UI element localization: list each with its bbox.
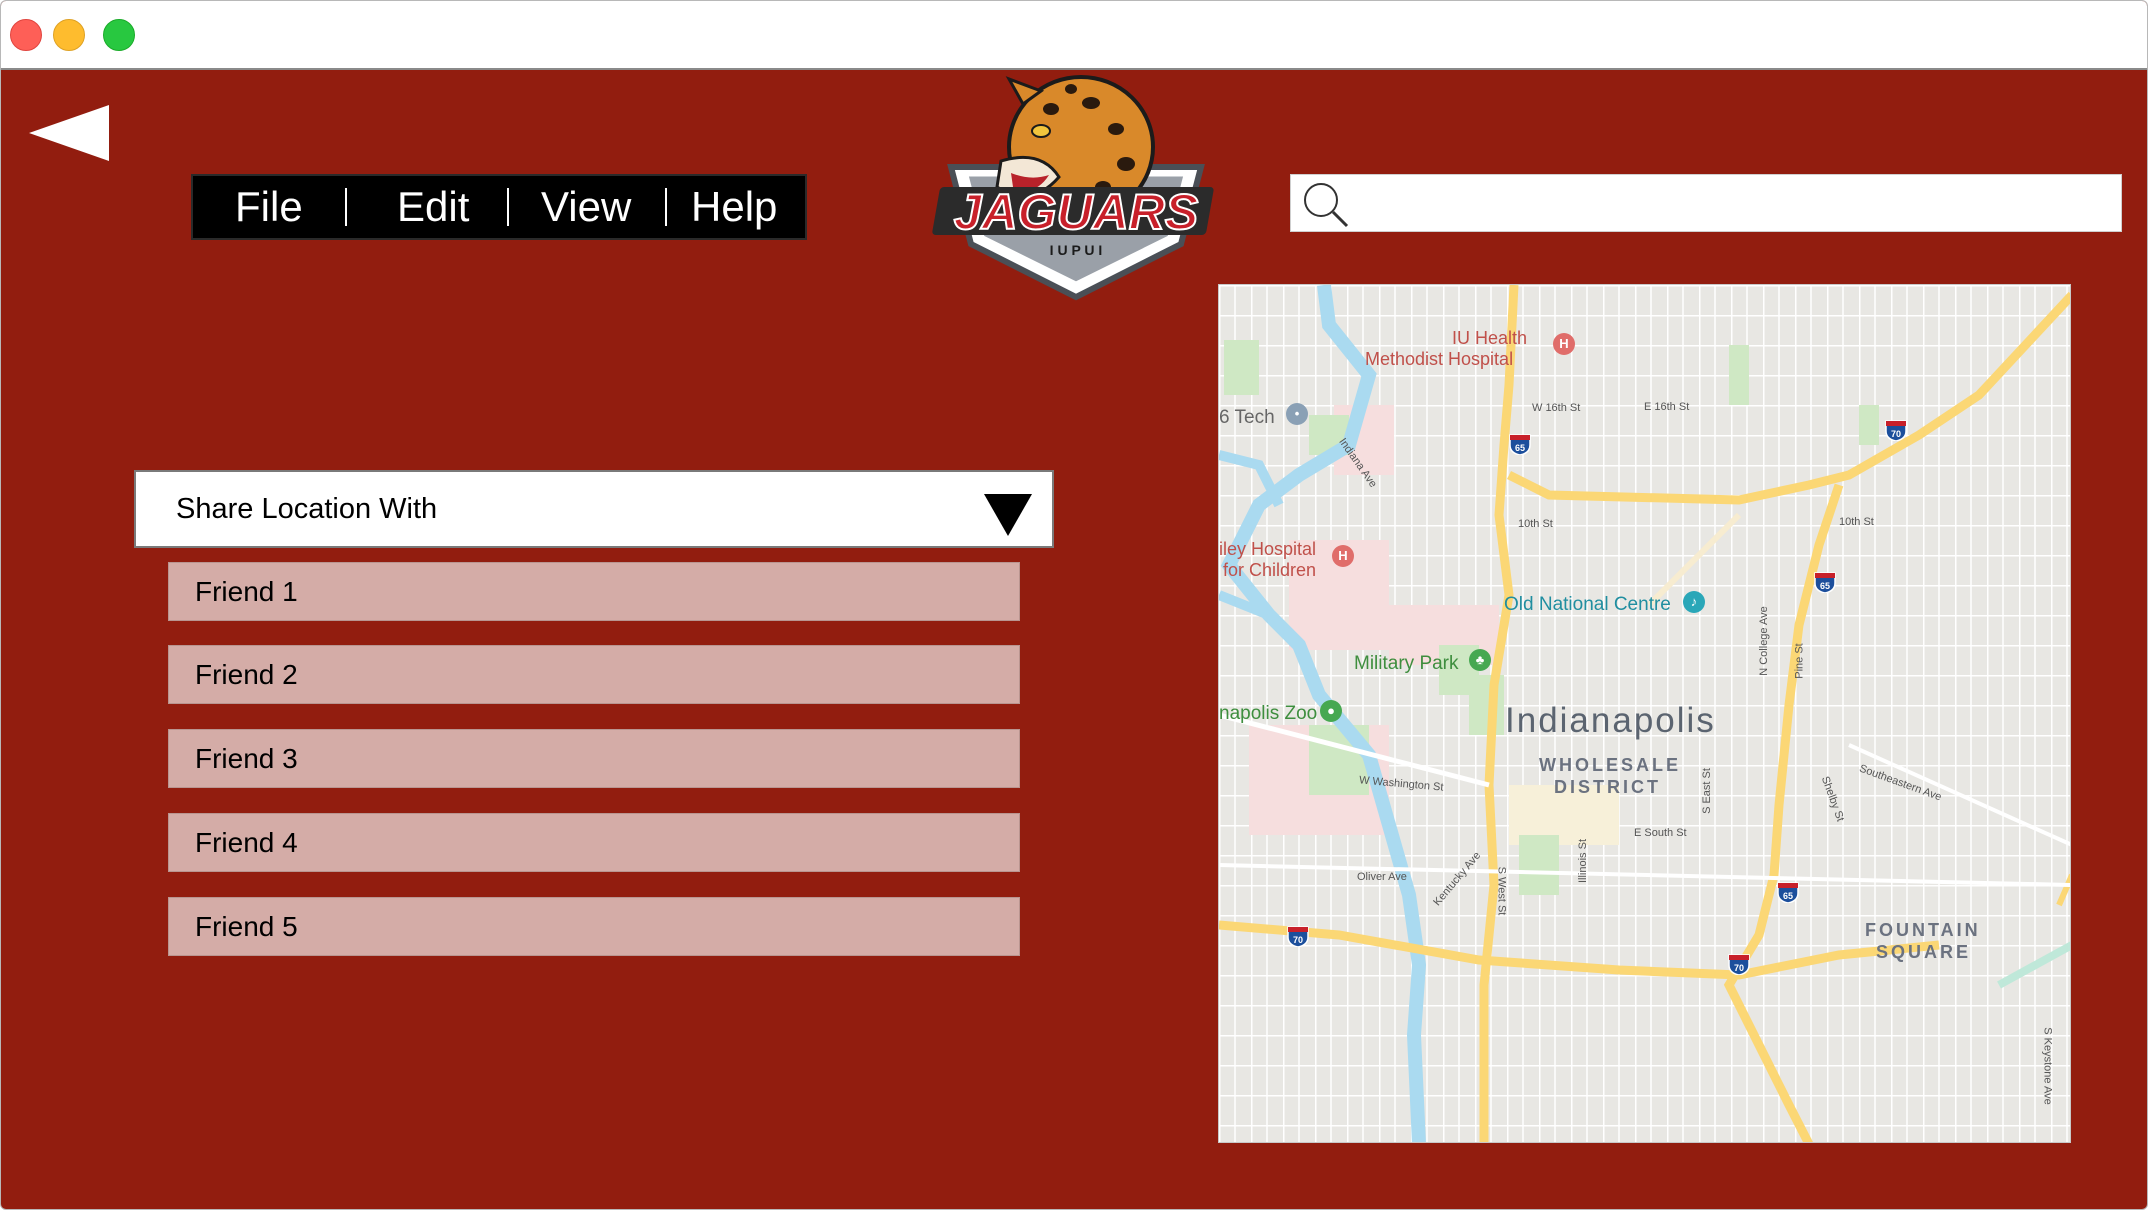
park-pin-icon[interactable]: ♣ [1469, 649, 1491, 671]
friend-option-label: Friend 5 [195, 911, 298, 942]
map-street-label: S West St [1495, 866, 1508, 916]
hospital-pin-icon[interactable]: H [1553, 333, 1575, 355]
map-label-district-2: DISTRICT [1554, 777, 1661, 797]
svg-text:65: 65 [1820, 581, 1830, 591]
map-label-fountain-1: FOUNTAIN [1865, 920, 1981, 940]
app-window: File Edit View Help JAGUARS I U P U I Sh… [0, 0, 2148, 1210]
map-street-label: W 16th St [1532, 402, 1581, 414]
search-icon [1301, 180, 1351, 230]
menu-divider [665, 188, 667, 226]
city-map[interactable]: H • H ♪ ♣ ● IU Health Methodist Hospital… [1218, 284, 2071, 1143]
back-arrow-icon[interactable] [29, 105, 111, 161]
friend-option-5[interactable]: Friend 5 [168, 897, 1020, 956]
friend-option-3[interactable]: Friend 3 [168, 729, 1020, 788]
interstate-shield-icon: 70 [1286, 925, 1310, 948]
svg-text:70: 70 [1293, 935, 1303, 945]
map-street-label: Pine St [1793, 643, 1806, 679]
map-label-old-national: Old National Centre [1504, 594, 1671, 615]
map-label-military-park: Military Park [1354, 653, 1459, 674]
friend-option-2[interactable]: Friend 2 [168, 645, 1020, 704]
map-label-riley-1: iley Hospital [1219, 539, 1317, 559]
map-street-label: S Keystone Ave [2041, 1027, 2054, 1105]
logo-text: JAGUARS [954, 184, 1198, 240]
map-label-fountain-2: SQUARE [1876, 942, 1972, 962]
interstate-shield-icon: 65 [1813, 571, 1837, 594]
menu-help[interactable]: Help [691, 176, 777, 238]
maximize-window-button[interactable] [103, 19, 135, 51]
map-street-label: E 16th St [1644, 401, 1690, 413]
map-street-label: Illinois St [1577, 838, 1590, 884]
interstate-shield-icon: 65 [1776, 881, 1800, 904]
map-label-city: Indianapolis [1505, 701, 1716, 740]
share-location-label: Share Location With [176, 493, 438, 525]
friend-option-label: Friend 2 [195, 659, 298, 690]
logo-subtext: I U P U I [1050, 242, 1103, 258]
map-label-methodist: Methodist Hospital [1365, 349, 1514, 369]
minimize-window-button[interactable] [53, 19, 85, 51]
map-label-iu-health: IU Health [1452, 328, 1528, 348]
map-label-district-1: WHOLESALE [1539, 755, 1681, 775]
jaguars-logo: JAGUARS I U P U I [931, 69, 1221, 301]
svg-text:65: 65 [1515, 443, 1525, 453]
map-street-label: S East St [1700, 768, 1713, 814]
hospital-pin-icon[interactable]: H [1332, 545, 1354, 567]
share-location-dropdown[interactable]: Share Location With [134, 470, 1054, 548]
menu-file[interactable]: File [235, 176, 303, 238]
interstate-shield-icon: 70 [1884, 419, 1908, 442]
map-street-label: N College Ave [1757, 606, 1770, 676]
triangle-down-icon[interactable] [984, 494, 1032, 536]
title-bar [1, 1, 2147, 70]
svg-text:65: 65 [1783, 891, 1793, 901]
svg-text:70: 70 [1734, 963, 1744, 973]
search-bar[interactable] [1290, 174, 2122, 232]
interstate-shield-icon: 65 [1508, 433, 1532, 456]
location-pin-icon[interactable]: • [1286, 403, 1308, 425]
friend-option-1[interactable]: Friend 1 [168, 562, 1020, 621]
interstate-shield-icon: 70 [1727, 953, 1751, 976]
map-label-tech: 6 Tech [1219, 407, 1275, 428]
menu-bar: File Edit View Help [191, 174, 807, 240]
menu-divider [507, 188, 509, 226]
close-window-button[interactable] [10, 19, 42, 51]
menu-edit[interactable]: Edit [397, 176, 469, 238]
friend-option-4[interactable]: Friend 4 [168, 813, 1020, 872]
zoo-pin-icon[interactable]: ● [1320, 700, 1342, 722]
map-street-label: Oliver Ave [1357, 871, 1407, 883]
svg-text:70: 70 [1891, 429, 1901, 439]
friend-option-label: Friend 1 [195, 576, 298, 607]
venue-pin-icon[interactable]: ♪ [1683, 591, 1705, 613]
map-street-label: E South St [1634, 827, 1687, 839]
search-input[interactable] [1357, 181, 2111, 227]
map-street-label: 10th St [1839, 516, 1874, 528]
map-street-label: 10th St [1518, 518, 1553, 530]
menu-divider [345, 188, 347, 226]
friend-option-label: Friend 3 [195, 743, 298, 774]
map-label-zoo: napolis Zoo [1219, 703, 1318, 724]
friend-option-label: Friend 4 [195, 827, 298, 858]
map-label-riley-2: for Children [1223, 560, 1317, 580]
menu-view[interactable]: View [541, 176, 631, 238]
